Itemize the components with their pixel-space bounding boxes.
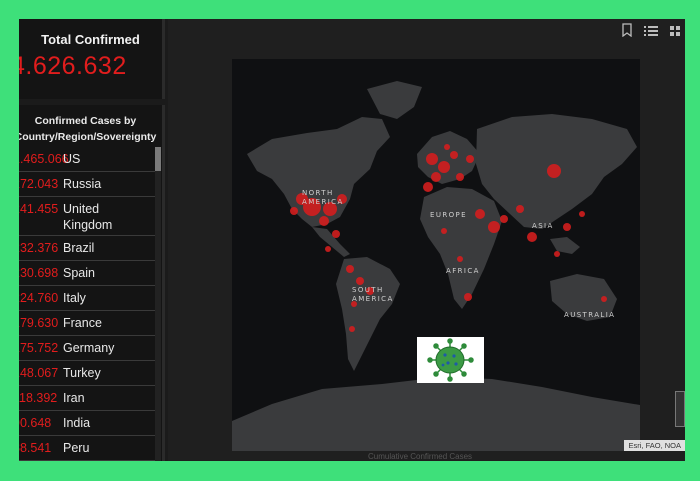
- country-name: Germany: [63, 341, 115, 355]
- country-name: United Kingdom: [63, 202, 113, 232]
- case-count: 232.376: [19, 241, 59, 255]
- case-count: 118.392: [19, 391, 58, 405]
- bookmark-icon[interactable]: [617, 23, 637, 43]
- region-label-asia: ASIA: [532, 222, 554, 230]
- total-confirmed-title: Total Confirmed: [41, 32, 140, 47]
- country-name: Iran: [63, 391, 85, 405]
- list-item[interactable]: 148.067 Turkey: [19, 361, 155, 386]
- cases-list-header: Confirmed Cases by Country/Region/Sovere…: [19, 115, 157, 143]
- cases-list: 1.465.066US 272.043 Russia 241.455 United …: [19, 147, 155, 461]
- list-item[interactable]: 90.648 India: [19, 411, 155, 436]
- total-confirmed-value: 4.626.632: [19, 52, 127, 80]
- country-name: India: [63, 416, 91, 430]
- world-map[interactable]: NORTH AMERICA SOUTH AMERICA EUROPE ASIA …: [232, 59, 640, 451]
- case-count: 230.698: [19, 266, 59, 280]
- list-item[interactable]: 118.392 Iran: [19, 386, 155, 411]
- zoom-control[interactable]: [675, 391, 685, 427]
- list-item[interactable]: 232.376 Brazil: [19, 236, 155, 261]
- country-name: Russia: [63, 177, 102, 191]
- list-item[interactable]: 230.698 Spain: [19, 261, 155, 286]
- case-count: 179.630: [19, 316, 59, 330]
- list-icon[interactable]: [641, 23, 661, 43]
- list-item[interactable]: 224.760 Italy: [19, 286, 155, 311]
- list-scrollbar[interactable]: [155, 147, 161, 461]
- country-name: Turkey: [63, 366, 101, 380]
- grid-icon[interactable]: [665, 23, 685, 43]
- country-name: Italy: [63, 291, 86, 305]
- country-name: Peru: [63, 441, 90, 455]
- region-label-australia: AUSTRALIA: [564, 311, 616, 319]
- list-item[interactable]: 1.465.066US: [19, 147, 155, 172]
- list-item[interactable]: 241.455 United Kingdom: [19, 197, 155, 236]
- virus-icon: [417, 337, 484, 383]
- country-name: France: [63, 316, 102, 330]
- case-count: 148.067: [19, 366, 59, 380]
- case-count: 88.541: [19, 441, 52, 455]
- case-count: 90.648: [19, 416, 52, 430]
- case-count: 241.455: [19, 202, 59, 216]
- region-label-north-america: NORTH AMERICA: [302, 189, 344, 206]
- country-name: US: [63, 152, 81, 166]
- country-name: Brazil: [63, 241, 95, 255]
- list-item[interactable]: 175.752 Germany: [19, 336, 155, 361]
- scrollbar-thumb[interactable]: [155, 147, 161, 171]
- case-count: 272.043: [19, 177, 59, 191]
- map-attribution[interactable]: Esri, FAO, NOA: [624, 440, 685, 451]
- map-panel: NORTH AMERICA SOUTH AMERICA EUROPE ASIA …: [168, 19, 685, 461]
- case-count: 175.752: [19, 341, 59, 355]
- case-count: 224.760: [19, 291, 59, 305]
- map-caption: Cumulative Confirmed Cases: [368, 452, 473, 461]
- dashboard-screen: Total Confirmed 4.626.632 Confirmed Case…: [19, 19, 685, 461]
- region-label-africa: AFRICA: [446, 267, 480, 275]
- country-name: Spain: [63, 266, 95, 280]
- region-label-europe: EUROPE: [430, 211, 467, 219]
- map-toolbar: [617, 23, 685, 45]
- total-confirmed-card: Total Confirmed 4.626.632: [19, 19, 165, 99]
- list-item[interactable]: 272.043 Russia: [19, 172, 155, 197]
- confirmed-cases-list-panel: Confirmed Cases by Country/Region/Sovere…: [19, 105, 165, 461]
- case-count: 1.465.066: [19, 152, 69, 166]
- region-label-south-america: SOUTH AMERICA: [352, 286, 394, 303]
- world-map-graphic: [232, 81, 640, 451]
- list-item[interactable]: 88.541 Peru: [19, 436, 155, 461]
- list-item[interactable]: 179.630 France: [19, 311, 155, 336]
